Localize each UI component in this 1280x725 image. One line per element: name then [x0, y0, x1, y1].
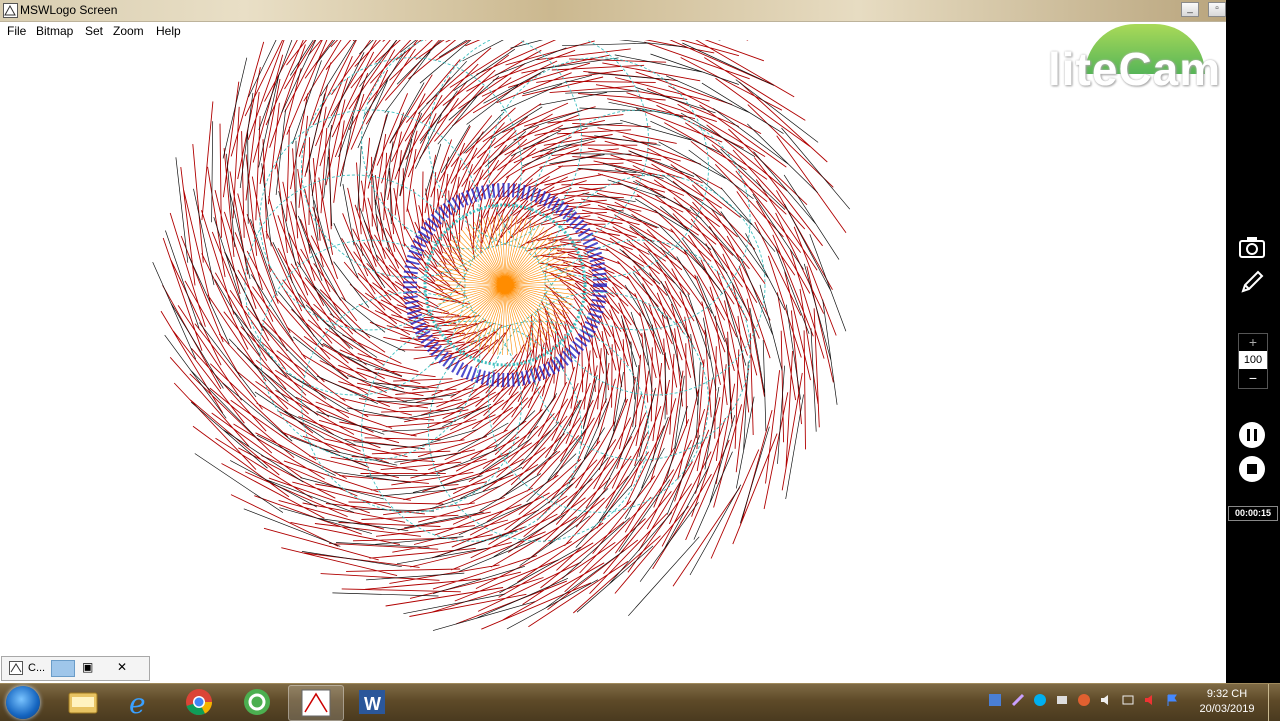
- taskbar-clock[interactable]: 9:32 CH 20/03/2019: [1194, 687, 1260, 717]
- svg-text:W: W: [364, 694, 381, 714]
- start-button[interactable]: [6, 686, 40, 719]
- svg-text:e: e: [129, 687, 146, 719]
- menu-zoom[interactable]: Zoom: [113, 24, 144, 38]
- recording-timer: 00:00:15: [1228, 506, 1278, 521]
- skype-icon[interactable]: [1033, 693, 1047, 707]
- taskbar: e W 9:32 CH 20/03/2019: [0, 683, 1280, 721]
- menu-set[interactable]: Set: [85, 24, 103, 38]
- cyan-circle: [529, 239, 751, 461]
- restore-button[interactable]: [51, 660, 75, 677]
- window-title: MSWLogo Screen: [20, 3, 118, 17]
- menu-help[interactable]: Help: [156, 24, 181, 38]
- zoom-control: + 100 −: [1238, 333, 1268, 389]
- minimize-button[interactable]: _: [1181, 2, 1199, 17]
- zoom-in-button[interactable]: +: [1239, 334, 1267, 350]
- mswlogo-small-icon: [9, 661, 23, 675]
- maximize-button[interactable]: ▫: [1208, 2, 1226, 17]
- show-desktop-button[interactable]: [1268, 684, 1280, 721]
- pause-icon[interactable]: [1239, 422, 1265, 448]
- menu-bitmap[interactable]: Bitmap: [36, 24, 73, 38]
- tray-pen-icon[interactable]: [1011, 693, 1025, 707]
- clock-date: 20/03/2019: [1199, 703, 1255, 715]
- mswlogo-app-icon: [3, 3, 18, 18]
- maximize-small-button[interactable]: ▣: [82, 660, 93, 674]
- tray-app-icon[interactable]: [988, 693, 1002, 707]
- minimized-window-bar[interactable]: C... ▣ ✕: [1, 656, 150, 681]
- close-small-button[interactable]: ✕: [117, 660, 127, 674]
- internet-explorer-icon[interactable]: e: [114, 685, 168, 720]
- window-titlebar: MSWLogo Screen _ ▫: [0, 0, 1226, 22]
- stop-icon[interactable]: [1239, 456, 1265, 482]
- menu-bar: File Bitmap Set Zoom Help: [0, 22, 1226, 41]
- pen-icon[interactable]: [1238, 268, 1266, 296]
- tray-network-icon[interactable]: [1055, 693, 1069, 707]
- chrome-icon[interactable]: [172, 685, 226, 719]
- menu-file[interactable]: File: [7, 24, 26, 38]
- tray-flag-icon[interactable]: [1165, 693, 1179, 707]
- windows-explorer-icon[interactable]: [56, 685, 110, 719]
- clock-time: 9:32 CH: [1206, 688, 1248, 700]
- minimized-window-label: C...: [28, 662, 46, 674]
- word-icon[interactable]: W: [346, 685, 400, 719]
- tray-security-icon[interactable]: [1077, 693, 1091, 707]
- turtle-drawing: [152, 0, 851, 631]
- litecam-watermark: liteCam: [1048, 43, 1222, 95]
- coccoc-icon[interactable]: [230, 685, 284, 719]
- mswlogo-icon[interactable]: [288, 685, 344, 721]
- zoom-out-button[interactable]: −: [1239, 370, 1267, 386]
- recorder-panel: + 100 −: [1226, 0, 1280, 683]
- cyan-circle: [427, 320, 649, 542]
- volume-icon[interactable]: [1099, 693, 1113, 707]
- camera-icon[interactable]: [1238, 233, 1266, 261]
- tray-display-icon[interactable]: [1121, 693, 1135, 707]
- turtle-canvas[interactable]: [0, 0, 1226, 683]
- tray-speaker-muted-icon[interactable]: [1143, 693, 1157, 707]
- zoom-level: 100: [1239, 351, 1267, 369]
